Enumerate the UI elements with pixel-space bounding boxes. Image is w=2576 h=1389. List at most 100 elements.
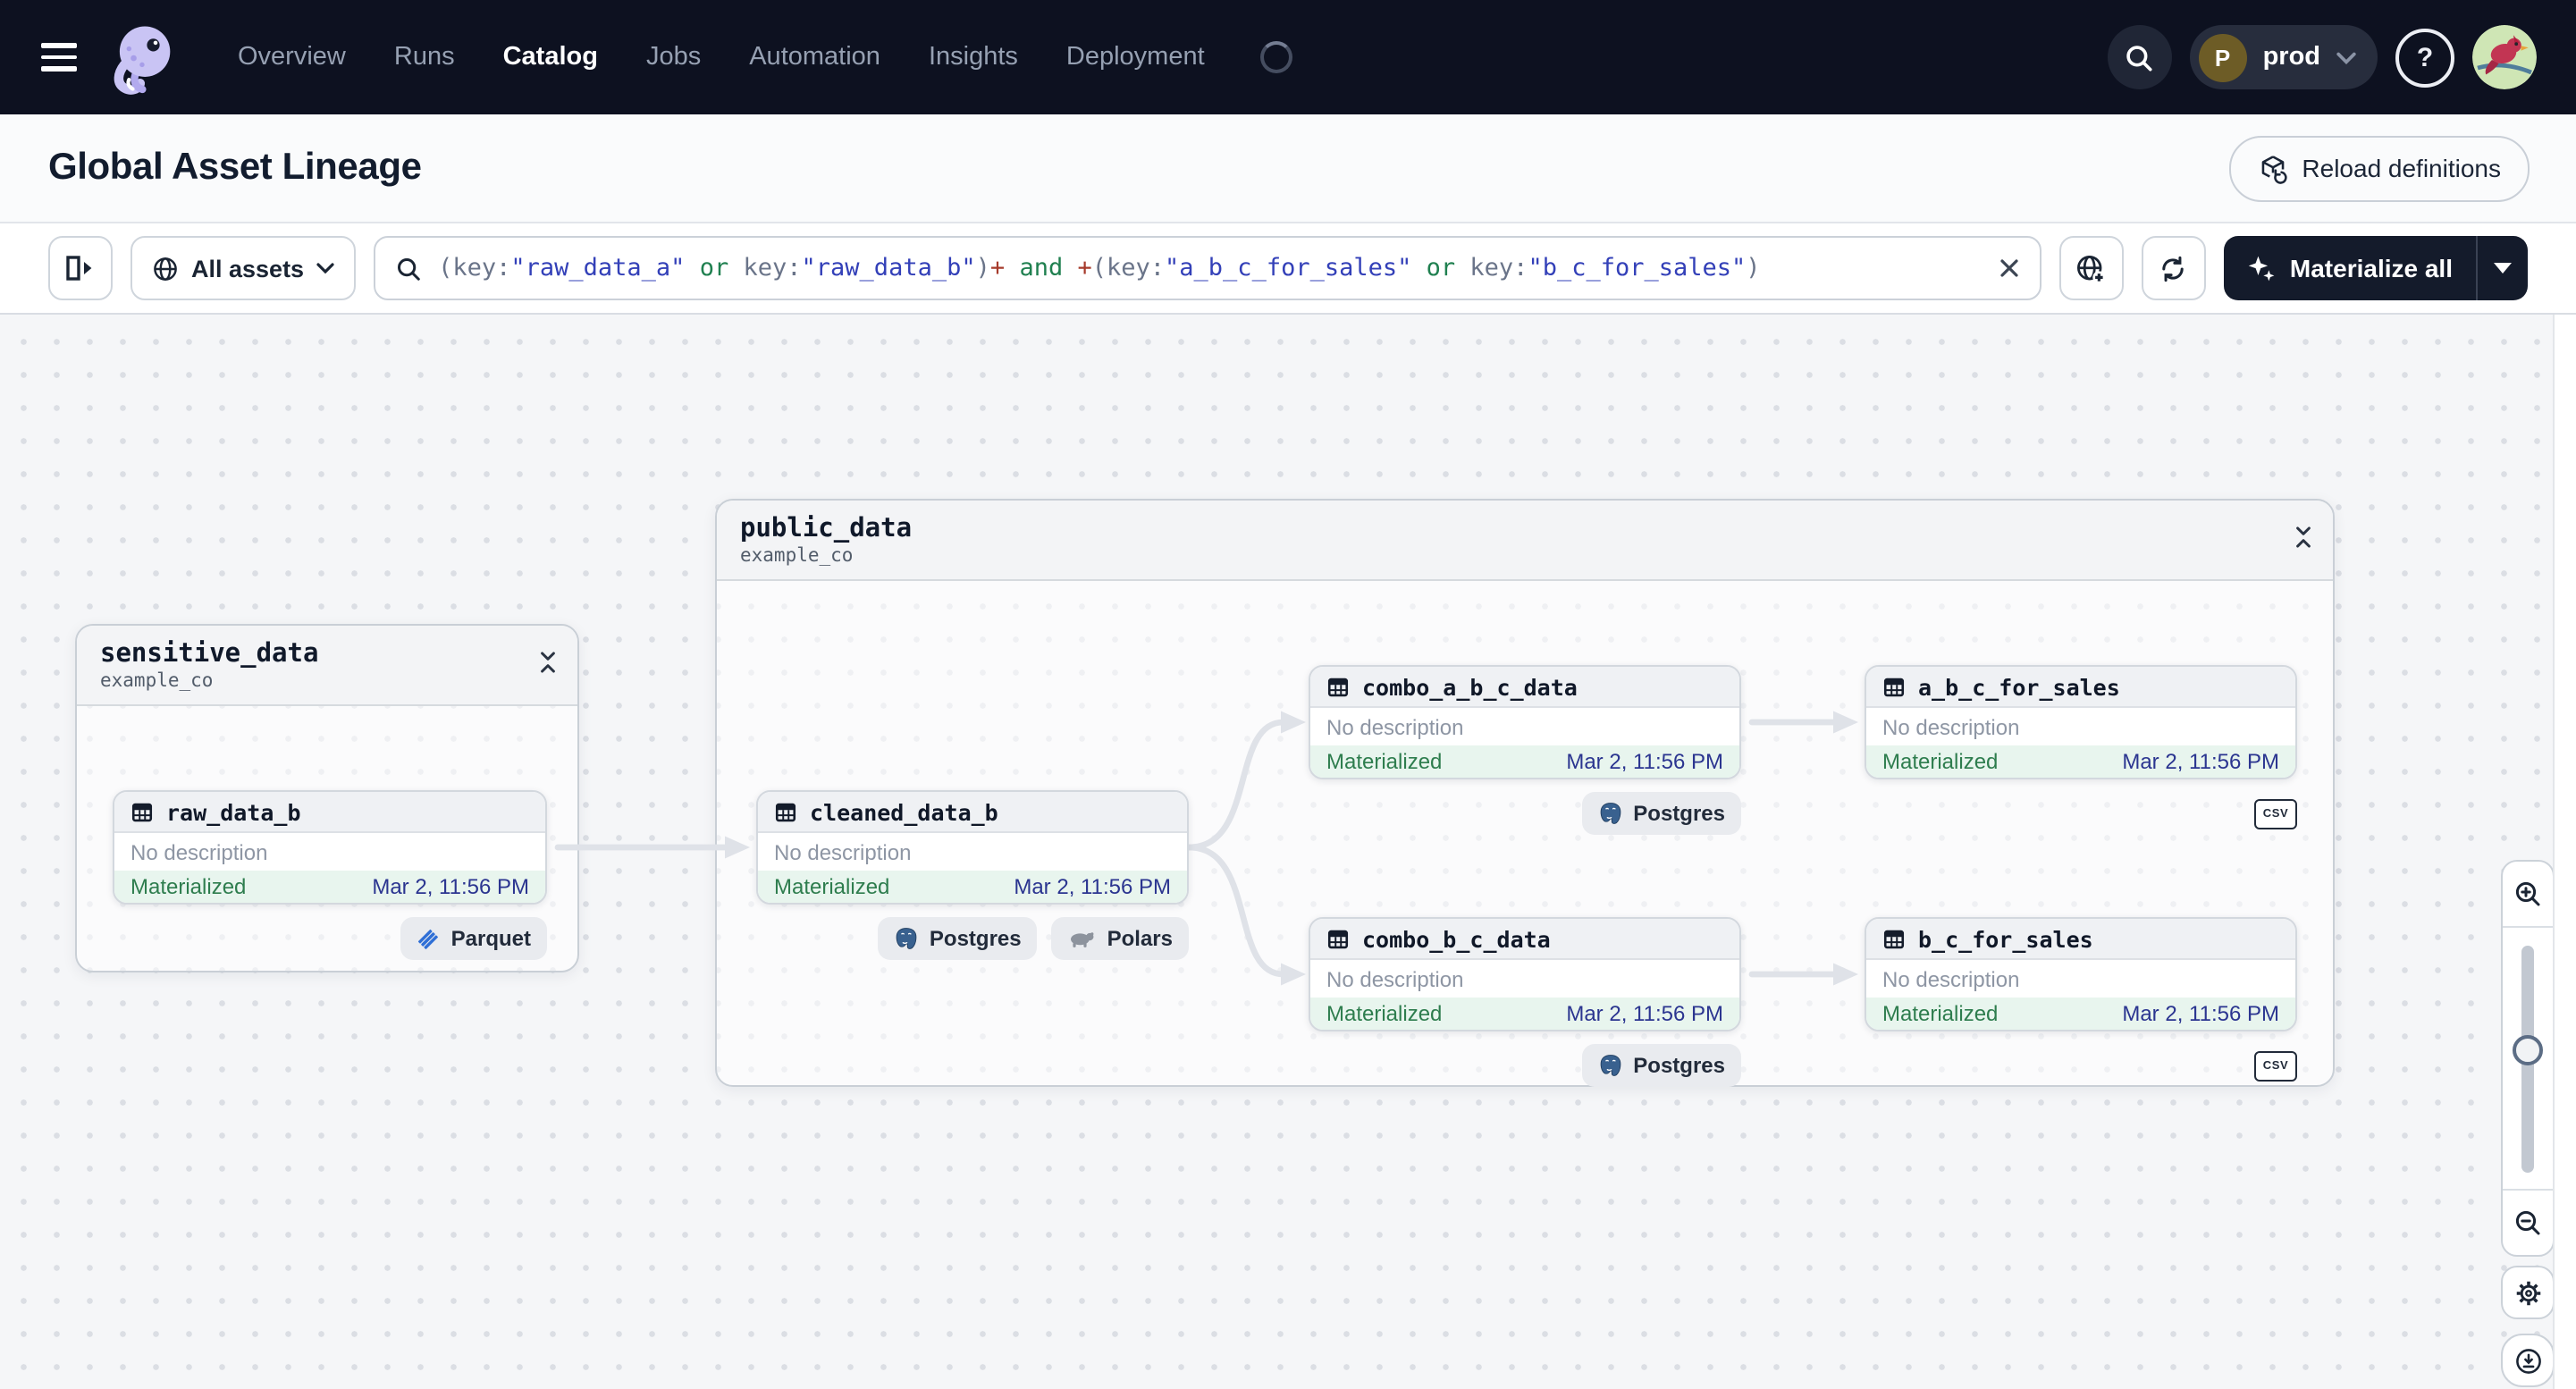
nav-item-overview[interactable]: Overview	[238, 43, 346, 72]
query-segment: key:	[1469, 254, 1528, 282]
collapse-icon	[2296, 526, 2311, 548]
asset-name: raw_data_b	[166, 798, 301, 825]
materialized-status: Materialized	[1882, 1001, 1999, 1026]
toggle-sidebar-button[interactable]	[48, 236, 113, 300]
collapse-icon	[541, 652, 555, 673]
asset-description: No description	[774, 839, 912, 864]
postgres-icon	[1599, 1055, 1621, 1076]
materialized-timestamp: Mar 2, 11:56 PM	[2122, 1001, 2279, 1026]
user-avatar[interactable]	[2472, 25, 2537, 89]
query-segment: )	[1746, 254, 1761, 282]
reload-definitions-button[interactable]: Reload definitions	[2228, 135, 2530, 201]
globe-plus-icon	[2077, 255, 2107, 283]
query-segment: and	[1005, 254, 1078, 282]
csv-icon[interactable]: CSV	[2254, 799, 2297, 829]
nav-item-jobs[interactable]: Jobs	[646, 43, 701, 72]
materialized-timestamp: Mar 2, 11:56 PM	[1014, 874, 1171, 899]
materialized-timestamp: Mar 2, 11:56 PM	[1566, 1001, 1723, 1026]
asset-node-b-c-for-sales[interactable]: b_c_for_sales No description Materialize…	[1865, 917, 2297, 1031]
asset-description: No description	[1326, 714, 1464, 739]
asset-selection-query: (key:"raw_data_a" or key:"raw_data_b")+ …	[438, 254, 1983, 282]
parquet-icon	[418, 928, 439, 948]
zoom-out-button[interactable]	[2503, 1191, 2553, 1255]
tag-polars[interactable]: Polars	[1051, 917, 1189, 960]
asset-description: No description	[1882, 966, 2020, 991]
table-icon	[1883, 929, 1905, 948]
collapse-group-button[interactable]	[2294, 526, 2313, 549]
tag-label: Postgres	[929, 926, 1022, 951]
materialized-status: Materialized	[1326, 1001, 1443, 1026]
graph-settings-button[interactable]	[2501, 1266, 2555, 1319]
query-segment: (key:	[1091, 254, 1166, 282]
zoom-slider[interactable]	[2503, 926, 2553, 1191]
materialized-status: Materialized	[774, 874, 890, 899]
asset-scope-dropdown[interactable]: All assets	[130, 236, 357, 300]
zoom-in-button[interactable]	[2503, 862, 2553, 926]
materialized-timestamp: Mar 2, 11:56 PM	[372, 874, 529, 899]
nav-item-deployment[interactable]: Deployment	[1066, 43, 1205, 72]
tag-postgres[interactable]: Postgres	[1581, 792, 1741, 835]
deployment-switcher[interactable]: P prod	[2189, 25, 2378, 89]
csv-icon[interactable]: CSV	[2254, 1051, 2297, 1082]
collapse-group-button[interactable]	[538, 651, 558, 674]
asset-node-combo-a-b-c-data[interactable]: combo_a_b_c_data No description Material…	[1309, 665, 1741, 779]
asset-tags: Parquet	[400, 917, 547, 960]
asset-selection-input[interactable]: (key:"raw_data_a" or key:"raw_data_b")+ …	[374, 236, 2041, 300]
open-in-new-tab-button[interactable]	[2058, 236, 2124, 300]
table-icon	[1327, 677, 1349, 696]
asset-group-header[interactable]: public_data example_co	[717, 501, 2333, 581]
query-segment: or	[685, 254, 744, 282]
query-segment: "raw_data_a"	[510, 254, 686, 282]
asset-tags: Postgres	[1581, 792, 1741, 835]
postgres-icon	[1599, 803, 1621, 824]
right-panel-edge	[2553, 315, 2576, 1389]
asset-group-header[interactable]: sensitive_data example_co	[77, 626, 577, 706]
sparkles-icon	[2248, 256, 2275, 282]
tag-label: Postgres	[1633, 1053, 1725, 1078]
nav-item-catalog[interactable]: Catalog	[503, 43, 598, 72]
asset-name: a_b_c_for_sales	[1918, 673, 2120, 700]
materialize-all-button[interactable]: Materialize all	[2224, 236, 2476, 300]
asset-name: combo_b_c_data	[1362, 925, 1551, 952]
asset-node-a-b-c-for-sales[interactable]: a_b_c_for_sales No description Materiali…	[1865, 665, 2297, 779]
query-segment: )	[975, 254, 990, 282]
reload-code-location-icon	[2261, 155, 2287, 183]
clear-query-button[interactable]	[1999, 257, 2020, 279]
tag-label: Parquet	[450, 926, 531, 951]
materialize-options-button[interactable]	[2478, 236, 2528, 300]
zoom-out-icon	[2515, 1210, 2540, 1235]
nav-right: P prod ?	[2107, 25, 2537, 89]
asset-node-raw-data-b[interactable]: raw_data_b No description Materialized M…	[113, 790, 547, 905]
nav-item-runs[interactable]: Runs	[394, 43, 455, 72]
page-title: Global Asset Lineage	[48, 147, 422, 188]
materialized-status: Materialized	[130, 874, 247, 899]
open-panel-icon	[66, 256, 92, 281]
dagster-logo[interactable]	[102, 16, 184, 98]
nav-item-automation[interactable]: Automation	[749, 43, 880, 72]
tag-label: CSV	[2262, 1060, 2289, 1073]
tag-parquet[interactable]: Parquet	[400, 917, 547, 960]
polars-icon	[1071, 932, 1095, 947]
asset-node-cleaned-data-b[interactable]: cleaned_data_b No description Materializ…	[756, 790, 1189, 905]
help-button[interactable]: ?	[2395, 28, 2454, 87]
nav-item-insights[interactable]: Insights	[929, 43, 1018, 72]
query-segment: "a_b_c_for_sales"	[1165, 254, 1412, 282]
globe-icon	[154, 257, 177, 280]
materialized-status: Materialized	[1326, 749, 1443, 774]
materialized-status: Materialized	[1882, 749, 1999, 774]
refresh-button[interactable]	[2141, 236, 2206, 300]
reload-definitions-label: Reload definitions	[2302, 154, 2501, 182]
group-name: public_data	[740, 515, 913, 543]
export-graph-button[interactable]	[2501, 1334, 2555, 1387]
tag-postgres[interactable]: Postgres	[877, 917, 1038, 960]
menu-icon[interactable]	[41, 37, 77, 78]
table-icon	[131, 802, 153, 821]
tag-postgres[interactable]: Postgres	[1581, 1044, 1741, 1087]
asset-name: b_c_for_sales	[1918, 925, 2093, 952]
asset-graph-canvas[interactable]: sensitive_data example_co public_data ex…	[0, 315, 2576, 1389]
asset-node-combo-b-c-data[interactable]: combo_b_c_data No description Materializ…	[1309, 917, 1741, 1031]
materialize-all-split-button: Materialize all	[2223, 236, 2528, 300]
zoom-slider-thumb[interactable]	[2513, 1035, 2543, 1065]
search-button[interactable]	[2107, 25, 2172, 89]
page-header: Global Asset Lineage Reload definitions	[0, 114, 2576, 223]
